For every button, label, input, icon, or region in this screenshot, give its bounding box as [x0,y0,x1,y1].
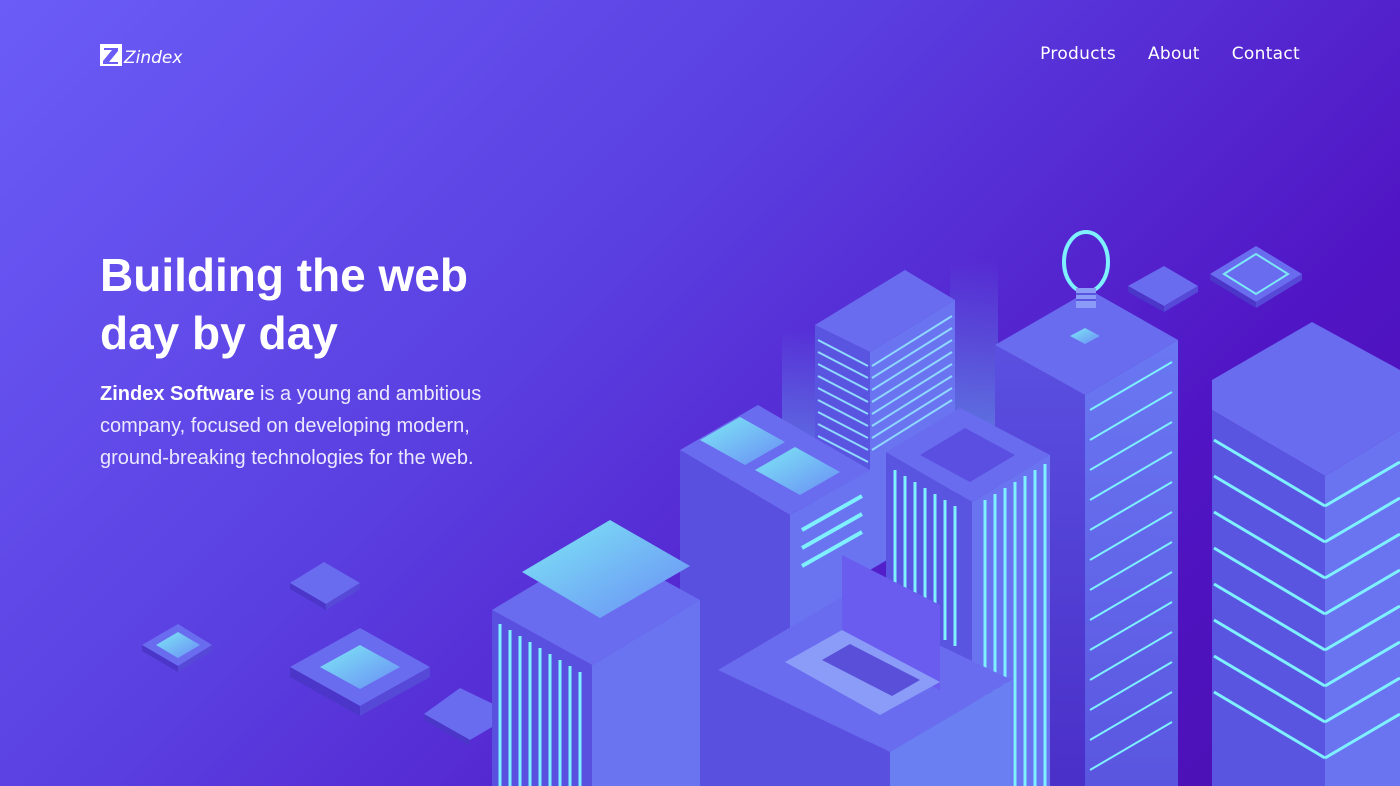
hero-title-line-1: Building the web [100,249,468,301]
glass-building [492,520,700,786]
laptop-icon [785,555,940,715]
logo-text: Zindex [123,48,183,68]
hero-title: Building the web day by day [100,246,520,362]
server-tower [995,290,1178,786]
floating-tile [424,688,514,746]
logo-mark: Zindex [100,44,183,68]
tile-building [680,405,870,786]
hero-section: Building the web day by day Zindex Softw… [100,246,520,474]
floating-tile [1128,266,1198,312]
main-nav: Products About Contact [1040,44,1300,64]
striped-tower [886,408,1050,786]
zindex-logo[interactable]: Zindex [100,42,190,68]
floating-tile [290,628,430,716]
floating-tile [1210,246,1302,308]
lightbulb-icon [1062,230,1110,308]
laptop-platform [718,598,1012,786]
nav-contact[interactable]: Contact [1232,44,1300,64]
floating-tile [290,562,360,610]
striped-building [1212,322,1400,786]
nav-products[interactable]: Products [1040,44,1116,64]
striped-tower [815,270,955,570]
hero-description: Zindex Software is a young and ambitious… [100,378,520,474]
nav-about[interactable]: About [1148,44,1200,64]
company-name: Zindex Software [100,383,255,405]
hero-title-line-2: day by day [100,307,338,359]
floating-tile [142,624,212,672]
